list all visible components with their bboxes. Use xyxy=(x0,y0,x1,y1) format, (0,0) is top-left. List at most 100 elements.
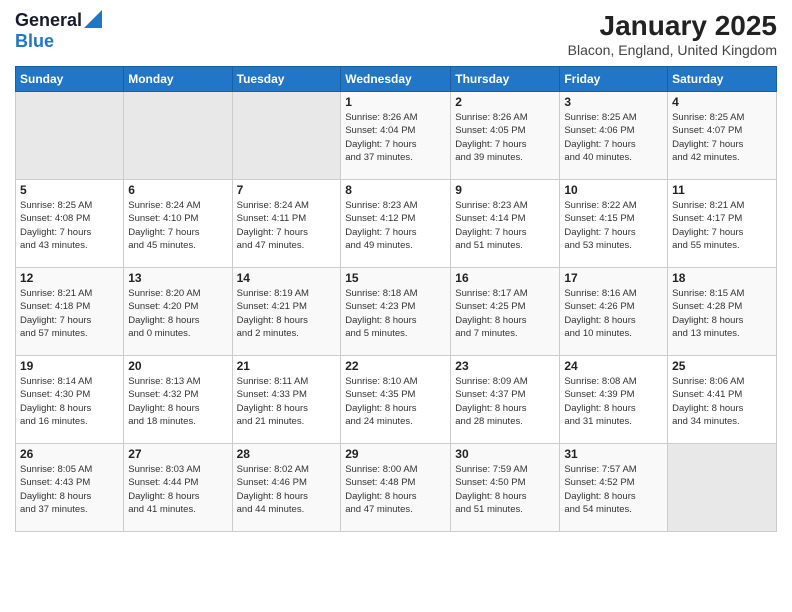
calendar-cell: 27 Sunrise: 8:03 AM Sunset: 4:44 PM Dayli… xyxy=(124,444,232,532)
day-detail: Sunrise: 8:23 AM Sunset: 4:14 PM Dayligh… xyxy=(455,199,555,252)
day-detail: Sunrise: 8:20 AM Sunset: 4:20 PM Dayligh… xyxy=(128,287,227,340)
calendar-cell: 24Sunrise: 8:08 AM Sunset: 4:39 PM Dayli… xyxy=(560,356,668,444)
day-detail: Sunrise: 8:11 AM Sunset: 4:33 PM Dayligh… xyxy=(237,375,337,428)
day-number: 29 xyxy=(345,447,446,461)
day-detail: Sunrise: 8:23 AM Sunset: 4:12 PM Dayligh… xyxy=(345,199,446,252)
title-block: January 2025 Blacon, England, United Kin… xyxy=(568,10,777,58)
day-number: 17 xyxy=(564,271,663,285)
day-detail: Sunrise: 8:24 AM Sunset: 4:11 PM Dayligh… xyxy=(237,199,337,252)
calendar-cell xyxy=(232,92,341,180)
calendar-cell: 21 Sunrise: 8:11 AM Sunset: 4:33 PM Dayli… xyxy=(232,356,341,444)
weekday-header: Wednesday xyxy=(341,67,451,92)
day-detail: Sunrise: 8:03 AM Sunset: 4:44 PM Dayligh… xyxy=(128,463,227,516)
page: General Blue January 2025 Blacon, Englan… xyxy=(0,0,792,612)
main-title: January 2025 xyxy=(568,10,777,42)
day-number: 11 xyxy=(672,183,772,197)
day-number: 24 xyxy=(564,359,663,373)
day-number: 4 xyxy=(672,95,772,109)
day-detail: Sunrise: 8:18 AM Sunset: 4:23 PM Dayligh… xyxy=(345,287,446,340)
calendar-cell: 28 Sunrise: 8:02 AM Sunset: 4:46 PM Dayli… xyxy=(232,444,341,532)
calendar-cell: 16 Sunrise: 8:17 AM Sunset: 4:25 PM Dayli… xyxy=(451,268,560,356)
day-number: 9 xyxy=(455,183,555,197)
calendar-cell: 30 Sunrise: 7:59 AM Sunset: 4:50 PM Dayli… xyxy=(451,444,560,532)
weekday-header: Tuesday xyxy=(232,67,341,92)
calendar-cell: 6 Sunrise: 8:24 AM Sunset: 4:10 PM Daylig… xyxy=(124,180,232,268)
logo-general: General xyxy=(15,10,82,31)
day-number: 14 xyxy=(237,271,337,285)
calendar-cell: 13 Sunrise: 8:20 AM Sunset: 4:20 PM Dayli… xyxy=(124,268,232,356)
calendar-week-row: 1 Sunrise: 8:26 AM Sunset: 4:04 PM Daylig… xyxy=(16,92,777,180)
calendar-cell xyxy=(124,92,232,180)
calendar-cell: 8Sunrise: 8:23 AM Sunset: 4:12 PM Daylig… xyxy=(341,180,451,268)
logo-icon xyxy=(84,10,102,28)
day-detail: Sunrise: 7:57 AM Sunset: 4:52 PM Dayligh… xyxy=(564,463,663,516)
day-number: 3 xyxy=(564,95,663,109)
calendar-cell: 26Sunrise: 8:05 AM Sunset: 4:43 PM Dayli… xyxy=(16,444,124,532)
day-detail: Sunrise: 8:02 AM Sunset: 4:46 PM Dayligh… xyxy=(237,463,337,516)
day-detail: Sunrise: 8:25 AM Sunset: 4:07 PM Dayligh… xyxy=(672,111,772,164)
logo-blue: Blue xyxy=(15,31,54,51)
calendar-cell: 2Sunrise: 8:26 AM Sunset: 4:05 PM Daylig… xyxy=(451,92,560,180)
weekday-header: Friday xyxy=(560,67,668,92)
day-number: 27 xyxy=(128,447,227,461)
calendar-cell: 23Sunrise: 8:09 AM Sunset: 4:37 PM Dayli… xyxy=(451,356,560,444)
day-number: 15 xyxy=(345,271,446,285)
calendar-cell: 18Sunrise: 8:15 AM Sunset: 4:28 PM Dayli… xyxy=(668,268,777,356)
calendar-cell: 11Sunrise: 8:21 AM Sunset: 4:17 PM Dayli… xyxy=(668,180,777,268)
calendar-cell: 3 Sunrise: 8:25 AM Sunset: 4:06 PM Daylig… xyxy=(560,92,668,180)
day-number: 5 xyxy=(20,183,119,197)
calendar-table: SundayMondayTuesdayWednesdayThursdayFrid… xyxy=(15,66,777,532)
day-detail: Sunrise: 8:25 AM Sunset: 4:08 PM Dayligh… xyxy=(20,199,119,252)
weekday-header: Monday xyxy=(124,67,232,92)
calendar-cell: 17 Sunrise: 8:16 AM Sunset: 4:26 PM Dayli… xyxy=(560,268,668,356)
calendar-cell: 22Sunrise: 8:10 AM Sunset: 4:35 PM Dayli… xyxy=(341,356,451,444)
day-number: 6 xyxy=(128,183,227,197)
calendar-week-row: 26Sunrise: 8:05 AM Sunset: 4:43 PM Dayli… xyxy=(16,444,777,532)
weekday-header: Saturday xyxy=(668,67,777,92)
day-number: 13 xyxy=(128,271,227,285)
day-number: 30 xyxy=(455,447,555,461)
calendar-cell: 15 Sunrise: 8:18 AM Sunset: 4:23 PM Dayli… xyxy=(341,268,451,356)
day-number: 12 xyxy=(20,271,119,285)
day-number: 21 xyxy=(237,359,337,373)
calendar-cell xyxy=(16,92,124,180)
calendar-cell: 29 Sunrise: 8:00 AM Sunset: 4:48 PM Dayli… xyxy=(341,444,451,532)
day-detail: Sunrise: 8:21 AM Sunset: 4:18 PM Dayligh… xyxy=(20,287,119,340)
day-number: 16 xyxy=(455,271,555,285)
day-number: 1 xyxy=(345,95,446,109)
day-number: 23 xyxy=(455,359,555,373)
calendar-cell: 4 Sunrise: 8:25 AM Sunset: 4:07 PM Daylig… xyxy=(668,92,777,180)
day-detail: Sunrise: 8:26 AM Sunset: 4:05 PM Dayligh… xyxy=(455,111,555,164)
day-number: 22 xyxy=(345,359,446,373)
calendar-cell: 12 Sunrise: 8:21 AM Sunset: 4:18 PM Dayli… xyxy=(16,268,124,356)
day-number: 10 xyxy=(564,183,663,197)
day-detail: Sunrise: 8:15 AM Sunset: 4:28 PM Dayligh… xyxy=(672,287,772,340)
day-number: 25 xyxy=(672,359,772,373)
header: General Blue January 2025 Blacon, Englan… xyxy=(15,10,777,58)
subtitle: Blacon, England, United Kingdom xyxy=(568,42,777,58)
day-detail: Sunrise: 8:24 AM Sunset: 4:10 PM Dayligh… xyxy=(128,199,227,252)
calendar-cell: 10Sunrise: 8:22 AM Sunset: 4:15 PM Dayli… xyxy=(560,180,668,268)
calendar-cell: 31Sunrise: 7:57 AM Sunset: 4:52 PM Dayli… xyxy=(560,444,668,532)
weekday-header: Thursday xyxy=(451,67,560,92)
day-detail: Sunrise: 8:00 AM Sunset: 4:48 PM Dayligh… xyxy=(345,463,446,516)
calendar-cell: 5 Sunrise: 8:25 AM Sunset: 4:08 PM Daylig… xyxy=(16,180,124,268)
day-detail: Sunrise: 8:19 AM Sunset: 4:21 PM Dayligh… xyxy=(237,287,337,340)
day-detail: Sunrise: 8:17 AM Sunset: 4:25 PM Dayligh… xyxy=(455,287,555,340)
calendar-cell: 14 Sunrise: 8:19 AM Sunset: 4:21 PM Dayli… xyxy=(232,268,341,356)
calendar-cell: 9 Sunrise: 8:23 AM Sunset: 4:14 PM Daylig… xyxy=(451,180,560,268)
day-detail: Sunrise: 8:16 AM Sunset: 4:26 PM Dayligh… xyxy=(564,287,663,340)
calendar-cell: 20 Sunrise: 8:13 AM Sunset: 4:32 PM Dayli… xyxy=(124,356,232,444)
day-detail: Sunrise: 7:59 AM Sunset: 4:50 PM Dayligh… xyxy=(455,463,555,516)
calendar-cell: 7 Sunrise: 8:24 AM Sunset: 4:11 PM Daylig… xyxy=(232,180,341,268)
day-detail: Sunrise: 8:25 AM Sunset: 4:06 PM Dayligh… xyxy=(564,111,663,164)
calendar-cell xyxy=(668,444,777,532)
day-number: 20 xyxy=(128,359,227,373)
day-detail: Sunrise: 8:26 AM Sunset: 4:04 PM Dayligh… xyxy=(345,111,446,164)
day-number: 28 xyxy=(237,447,337,461)
calendar-cell: 25Sunrise: 8:06 AM Sunset: 4:41 PM Dayli… xyxy=(668,356,777,444)
calendar-cell: 19Sunrise: 8:14 AM Sunset: 4:30 PM Dayli… xyxy=(16,356,124,444)
day-number: 7 xyxy=(237,183,337,197)
day-detail: Sunrise: 8:13 AM Sunset: 4:32 PM Dayligh… xyxy=(128,375,227,428)
weekday-header-row: SundayMondayTuesdayWednesdayThursdayFrid… xyxy=(16,67,777,92)
